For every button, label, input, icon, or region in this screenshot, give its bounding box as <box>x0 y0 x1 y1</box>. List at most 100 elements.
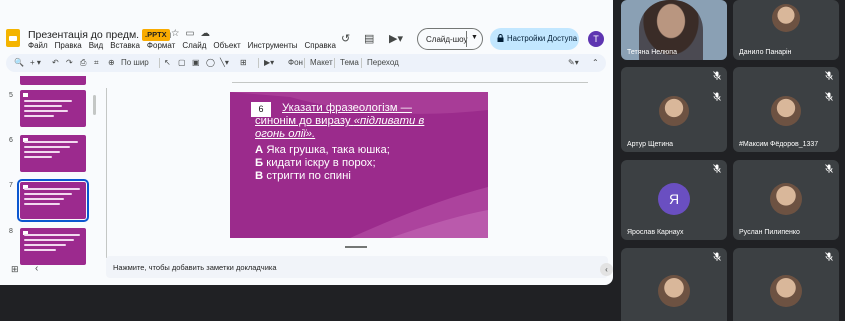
thumb-line <box>24 115 54 117</box>
menu-insert[interactable]: Вставка <box>110 41 140 50</box>
notes-resize-handle[interactable] <box>345 246 367 248</box>
participant-tile[interactable]: Артур Щетина <box>621 88 727 152</box>
chevron-down-icon[interactable]: ▼ <box>471 34 478 41</box>
question-line-italic: «підливати в <box>353 115 425 127</box>
mic-off-icon <box>713 71 721 80</box>
participant-initial-avatar: Я <box>658 183 690 215</box>
zoom-select[interactable]: По шир <box>121 58 149 67</box>
insert-image-icon[interactable]: ▣ <box>192 58 200 67</box>
participant-tile[interactable]: Данило Панарін <box>733 0 839 60</box>
background-icon[interactable]: ▶▾ <box>264 58 274 67</box>
option-text: кидати іскру в порох; <box>266 157 376 169</box>
slide-number: 7 <box>9 182 13 189</box>
menu-format[interactable]: Формат <box>147 41 175 50</box>
filmstrip-scrollbar[interactable] <box>93 95 96 115</box>
toolbar-divider <box>361 58 362 68</box>
share-access-button[interactable]: Настройки Доступа <box>490 28 579 50</box>
menu-object[interactable]: Объект <box>213 41 240 50</box>
redo-icon[interactable]: ↷ <box>66 58 73 67</box>
pen-icon[interactable]: ✎▾ <box>568 58 579 67</box>
slide-thumbnail[interactable] <box>20 135 86 172</box>
participant-tile[interactable] <box>733 248 839 321</box>
background-button[interactable]: Фон <box>288 58 303 67</box>
menu-tools[interactable]: Инструменты <box>248 41 298 50</box>
thumb-line <box>24 100 72 102</box>
meet-camera-icon[interactable]: ▶▾ <box>389 32 403 45</box>
thumb-line <box>24 249 56 251</box>
text-box-icon[interactable]: ▢ <box>178 58 186 67</box>
chevron-up-icon[interactable]: ⌃ <box>592 58 599 67</box>
shape-icon[interactable]: ◯ <box>206 58 215 67</box>
slideshow-button[interactable]: Слайд-шоу ▼ <box>417 28 483 50</box>
star-icon[interactable]: ☆ <box>171 28 180 39</box>
mic-off-icon <box>713 92 721 101</box>
zoom-icon[interactable]: ⊕ <box>108 58 115 67</box>
comments-icon[interactable]: ▤ <box>364 32 374 45</box>
vertical-ruler <box>103 88 107 258</box>
layout-button[interactable]: Макет <box>310 58 333 67</box>
thumb-badge <box>23 93 28 97</box>
thumb-line <box>24 239 74 241</box>
slideshow-divider <box>466 31 467 47</box>
paint-format-icon[interactable]: ⌗ <box>94 58 99 68</box>
participant-tile-video[interactable]: Тетяна Нелюпа <box>621 0 727 60</box>
history-icon[interactable]: ↺ <box>341 32 350 45</box>
file-format-badge: .PPTX <box>142 29 170 41</box>
comment-add-icon[interactable]: ⊞ <box>240 58 247 67</box>
option-letter: В <box>255 170 264 182</box>
participant-tile[interactable]: Руслан Пилипенко <box>733 160 839 240</box>
slide-thumbnail[interactable] <box>20 76 86 85</box>
undo-icon[interactable]: ↶ <box>52 58 59 67</box>
share-access-label: Настройки Доступа <box>507 34 578 43</box>
slides-logo-icon[interactable] <box>6 29 20 47</box>
print-icon[interactable]: ⎙ <box>80 58 86 68</box>
current-slide[interactable]: 6 Указати фразеологізм — синонім до вира… <box>230 92 488 238</box>
participant-avatar <box>771 96 801 126</box>
new-slide-icon[interactable]: + ▾ <box>30 58 41 67</box>
menu-view[interactable]: Вид <box>89 41 103 50</box>
option-letter: Б <box>255 157 264 169</box>
move-folder-icon[interactable]: ▭ <box>186 28 195 39</box>
answer-option: В стригти по спині <box>255 170 390 183</box>
toolbar-divider <box>159 58 160 68</box>
question-line: синонім до виразу <box>255 115 351 127</box>
slide-thumbnail[interactable] <box>20 90 86 127</box>
menu-file[interactable]: Файл <box>28 41 48 50</box>
theme-button[interactable]: Тема <box>340 58 359 67</box>
transition-button[interactable]: Переход <box>367 58 399 67</box>
account-avatar[interactable]: T <box>588 31 604 47</box>
toolbar: 🔍 + ▾ ↶ ↷ ⎙ ⌗ ⊕ По шир ↖ ▢ ▣ ◯ ╲▾ ⊞ ▶▾ Ф… <box>6 54 606 72</box>
participant-avatar <box>772 4 800 32</box>
speaker-notes[interactable]: Нажмите, чтобы добавить заметки докладчи… <box>106 256 608 278</box>
thumb-line <box>24 105 62 107</box>
slide-thumbnail[interactable] <box>20 228 86 265</box>
option-text: Яка грушка, така юшка; <box>266 144 390 156</box>
thumb-line <box>24 234 80 236</box>
participant-tile[interactable] <box>621 248 727 321</box>
slide-number: 8 <box>9 228 13 235</box>
menu-slide[interactable]: Слайд <box>182 41 206 50</box>
mic-off-icon <box>825 92 833 101</box>
collapse-filmstrip-icon[interactable]: ‹ <box>35 263 38 274</box>
participant-tile[interactable]: Я Ярослав Карнаух <box>621 160 727 240</box>
thumb-line <box>24 110 68 112</box>
cloud-status-icon[interactable]: ☁ <box>201 28 211 39</box>
menu-edit[interactable]: Правка <box>55 41 82 50</box>
line-icon[interactable]: ╲▾ <box>220 58 229 67</box>
speaker-notes-placeholder: Нажмите, чтобы добавить заметки докладчи… <box>113 263 277 272</box>
menu-help[interactable]: Справка <box>305 41 336 50</box>
mic-off-icon <box>825 164 833 173</box>
participant-name: #Максим Фёдоров_1337 <box>739 141 819 148</box>
thumb-line <box>24 141 78 143</box>
participant-avatar <box>770 275 802 307</box>
participant-tile[interactable]: #Максим Фёдоров_1337 <box>733 88 839 152</box>
grid-view-icon[interactable]: ⊞ <box>11 264 19 275</box>
search-menus-icon[interactable]: 🔍 <box>14 58 24 67</box>
answer-options: А Яка грушка, така юшка; Б кидати іскру … <box>255 144 390 183</box>
thumb-line <box>24 244 66 246</box>
slide-thumbnail-selected[interactable] <box>17 179 89 222</box>
chevron-left-icon[interactable]: ‹ <box>600 263 613 276</box>
horizontal-ruler <box>232 79 588 83</box>
thumb-line <box>24 151 60 153</box>
select-pointer-icon[interactable]: ↖ <box>164 58 171 67</box>
